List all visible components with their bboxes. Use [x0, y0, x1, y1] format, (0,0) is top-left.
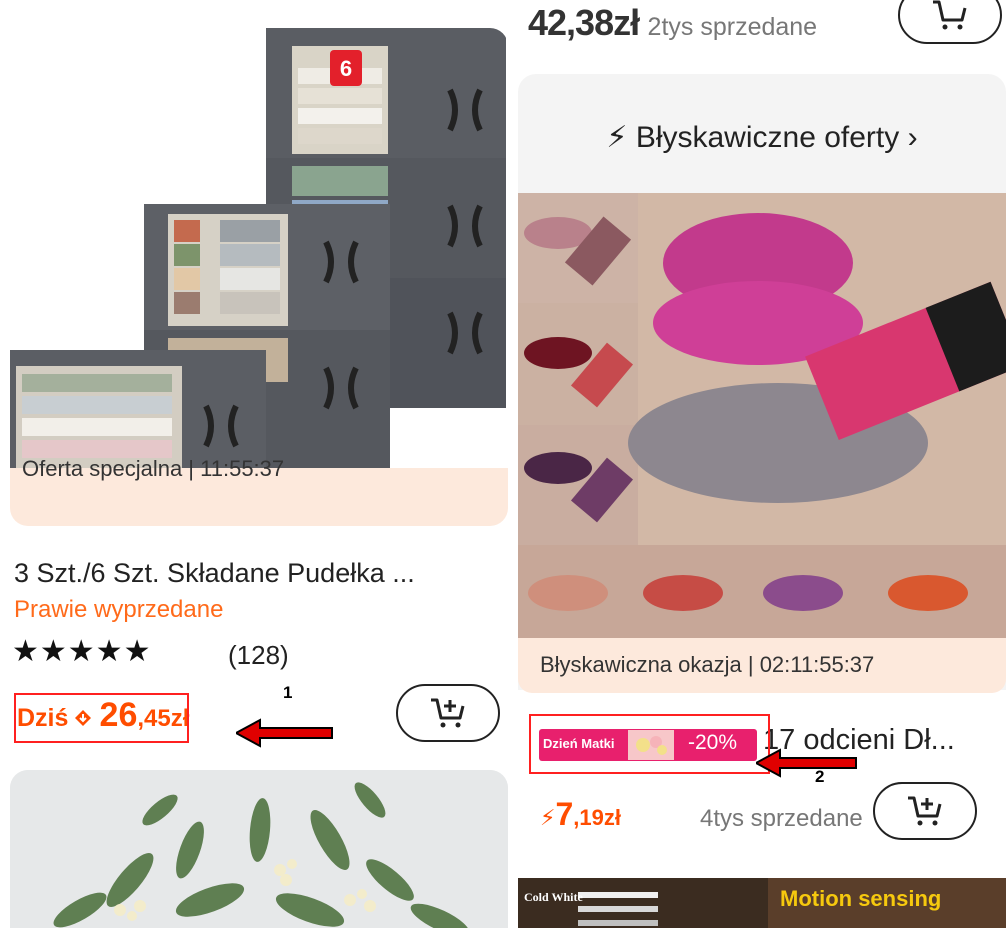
- price-decimal: ,19zł: [573, 805, 621, 830]
- product-title[interactable]: 3 Szt./6 Szt. Składane Pudełka ...: [14, 558, 415, 589]
- review-count: (128): [228, 640, 289, 670]
- product-card-storage-boxes[interactable]: 6: [10, 28, 508, 526]
- box-count-badge: 6: [340, 56, 352, 81]
- previous-card-price: 42,38zł 2tys sprzedane: [528, 2, 817, 44]
- annotation-arrow-1: [236, 718, 333, 748]
- flash-deals-link[interactable]: ⚡ Błyskawiczne oferty ›: [518, 120, 1006, 155]
- flash-deal-timer: Błyskawiczna okazja | 02:11:55:37: [540, 652, 875, 677]
- product-image-storage-boxes[interactable]: 6: [10, 28, 508, 468]
- highlight-box-1: [14, 693, 189, 743]
- annotation-label-1: 1: [283, 683, 293, 702]
- annotation-arrow-2: [756, 748, 857, 778]
- price-integer: 7: [555, 796, 574, 832]
- highlight-box-2: [529, 714, 770, 774]
- cart-plus-icon: [431, 698, 465, 728]
- cart-plus-icon: [908, 796, 942, 826]
- sold-count: 4tys sprzedane: [700, 805, 863, 832]
- star-rating-icon: ★★★★★: [12, 635, 152, 668]
- cart-plus-icon: [933, 0, 967, 30]
- add-to-cart-button[interactable]: [873, 782, 977, 840]
- sold-count: 2tys sprzedane: [647, 13, 818, 41]
- stock-status: Prawie wyprzedane: [14, 596, 224, 623]
- price-value: 42,38zł: [528, 2, 640, 43]
- flash-price: ⚡7,19zł: [540, 796, 621, 833]
- product-card-flowers[interactable]: [10, 770, 508, 928]
- special-offer-timer: Oferta specjalna | 11:55:37: [22, 456, 285, 481]
- lamp-label-motion-sensing: Motion sensing: [780, 886, 942, 911]
- annotation-label-2: 2: [815, 767, 825, 786]
- product-image-flowers[interactable]: [10, 770, 508, 928]
- add-to-cart-button[interactable]: [396, 684, 500, 742]
- product-image-lipstick[interactable]: [518, 193, 1006, 638]
- lamp-label-cold-white: Cold White: [524, 890, 583, 904]
- add-to-cart-button-top[interactable]: [898, 0, 1002, 44]
- lightning-icon: ⚡: [540, 805, 556, 830]
